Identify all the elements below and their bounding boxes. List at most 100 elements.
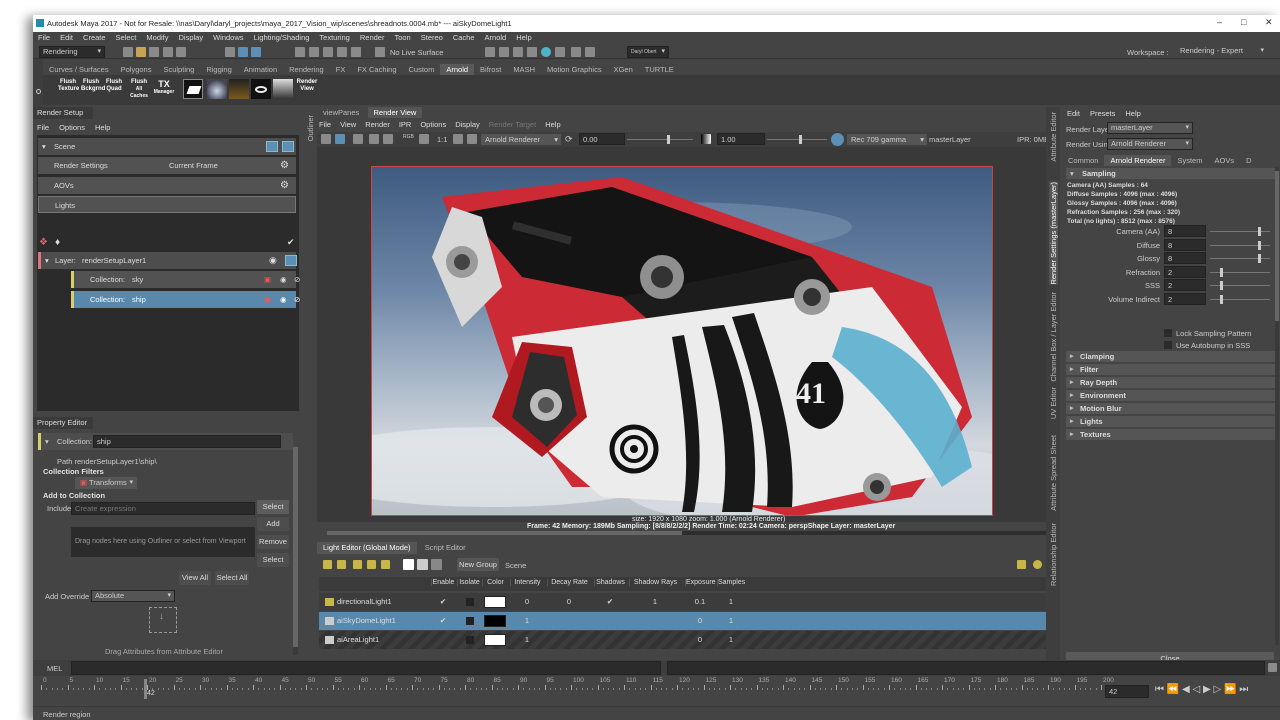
photometric-light-icon[interactable]	[251, 79, 271, 99]
section-textures[interactable]: Textures	[1066, 429, 1276, 440]
create-layer-icon[interactable]: ❖	[39, 237, 48, 248]
snap-curve-icon[interactable]	[309, 47, 319, 57]
select-by-component-icon[interactable]	[251, 47, 261, 57]
attr-menu-presets[interactable]: Presets	[1085, 109, 1120, 118]
area-light-icon[interactable]	[183, 79, 203, 99]
snap-view-icon[interactable]	[337, 47, 347, 57]
section-filter[interactable]: Filter	[1066, 364, 1276, 375]
column-header[interactable]: Shadows	[594, 579, 626, 586]
light-portal-icon[interactable]	[273, 79, 293, 99]
redo-icon[interactable]	[176, 47, 186, 57]
sampling-slider-handle[interactable]	[1258, 254, 1261, 263]
collection-name-field[interactable]: ship	[93, 435, 281, 448]
snap-surface-icon[interactable]	[351, 47, 361, 57]
render-view-h-scrollbar[interactable]	[327, 531, 1047, 535]
remove-button[interactable]: Remove	[257, 535, 289, 549]
shelf-tab-fx[interactable]: FX	[330, 64, 352, 75]
attr-tab-common[interactable]: Common	[1062, 155, 1104, 166]
menu-windows[interactable]: Windows	[208, 32, 248, 44]
redo-render-icon[interactable]	[321, 134, 331, 144]
open-scene-icon[interactable]	[136, 47, 146, 57]
sampling-slider-handle[interactable]	[1258, 227, 1261, 236]
column-header[interactable]: Isolate	[457, 579, 481, 586]
sampling-slider-track[interactable]	[1210, 285, 1270, 286]
shelf-tab-mash[interactable]: MASH	[507, 64, 541, 75]
light-color-swatch[interactable]	[484, 615, 506, 627]
aovs-gear-icon[interactable]: ⚙	[280, 177, 289, 194]
rv-menu-view[interactable]: View	[340, 120, 356, 129]
menu-file[interactable]: File	[33, 32, 55, 44]
sampling-slider-track[interactable]	[1210, 271, 1270, 273]
light-enable-cell[interactable]: ✔	[431, 612, 455, 630]
select-nodes-button[interactable]: Select	[257, 553, 289, 567]
command-input[interactable]	[71, 661, 661, 675]
snap-grid-icon[interactable]	[295, 47, 305, 57]
gamma-icon[interactable]	[701, 134, 711, 144]
sampling-slider-track[interactable]	[1210, 231, 1270, 232]
light-row[interactable]: aiAreaLight1 1 0 1	[319, 631, 1055, 649]
light-shadows-cell[interactable]: ✔	[594, 593, 626, 611]
exposure-icon[interactable]: ⟳	[565, 134, 573, 145]
menu-edit[interactable]: Edit	[55, 32, 78, 44]
arnold-sky-icon[interactable]	[417, 559, 428, 570]
section-motion-blur[interactable]: Motion Blur	[1066, 403, 1276, 414]
step-forward-icon[interactable]: ▷	[1213, 684, 1221, 695]
light-samples-cell[interactable]: 1	[717, 612, 745, 630]
column-header[interactable]: Color	[482, 579, 508, 586]
rv-menu-display[interactable]: Display	[455, 120, 480, 129]
menu-modify[interactable]: Modify	[141, 32, 173, 44]
render-region-icon[interactable]	[335, 134, 345, 144]
snap-point-icon[interactable]	[323, 47, 333, 57]
light-samples-cell[interactable]: 1	[717, 631, 745, 649]
scroll-thumb[interactable]	[1275, 171, 1279, 321]
menuset-dropdown[interactable]: Rendering	[39, 46, 105, 58]
render-settings-row[interactable]: Render Settings Current Frame ⚙	[38, 157, 296, 174]
shelf-tab-custom[interactable]: Custom	[403, 64, 441, 75]
shelf-tab-turtle[interactable]: TURTLE	[639, 64, 680, 75]
pause-icon[interactable]	[585, 47, 595, 57]
render-layer-dropdown[interactable]: masterLayer	[1107, 122, 1193, 134]
gamma-slider-handle[interactable]	[799, 135, 802, 144]
play-forward-icon[interactable]: ▶	[1203, 684, 1211, 695]
shelf-tab-motion-graphics[interactable]: Motion Graphics	[541, 64, 608, 75]
exposure-field[interactable]: 0.00	[579, 133, 625, 145]
rv-menu-options[interactable]: Options	[420, 120, 446, 129]
section-clamping[interactable]: Clamping	[1066, 351, 1276, 362]
aovs-row[interactable]: AOVs ⚙	[38, 177, 296, 194]
tab-script-editor[interactable]: Script Editor	[419, 542, 472, 554]
sampling-slider-track[interactable]	[1210, 244, 1270, 246]
sampling-field-input[interactable]: 8	[1164, 238, 1206, 251]
area-light-small-icon[interactable]	[367, 560, 376, 569]
volume-light-icon[interactable]	[381, 560, 390, 569]
toggle-panel-icon[interactable]	[571, 47, 581, 57]
collection-enable-icon[interactable]: ◉	[280, 271, 287, 288]
shelf-tab-animation[interactable]: Animation	[238, 64, 283, 75]
minimize-icon[interactable]: –	[1217, 17, 1222, 27]
attr-tab-aovs[interactable]: AOVs	[1208, 155, 1240, 166]
ipr-render-icon[interactable]	[499, 47, 509, 57]
isolate-checkbox[interactable]	[466, 617, 474, 625]
collection-row-sky[interactable]: Collection: sky ▣ ◉ ⊘	[71, 271, 300, 288]
sampling-slider-track[interactable]	[1210, 258, 1270, 259]
menu-help[interactable]: Help	[511, 32, 536, 44]
object-field[interactable]: Daryl Obert	[627, 46, 669, 58]
sampling-slider-handle[interactable]	[1220, 281, 1223, 290]
skydome-light-icon[interactable]	[207, 79, 227, 99]
scene-row[interactable]: ▾ Scene	[38, 138, 296, 155]
go-to-start-icon[interactable]: ⏮	[1155, 684, 1164, 695]
light-color-swatch[interactable]	[484, 634, 506, 646]
select-tool-icon[interactable]	[225, 47, 235, 57]
scroll-thumb[interactable]	[327, 531, 682, 535]
attribute-editor-tab[interactable]: Attribute Editor	[1049, 112, 1058, 162]
sampling-field-input[interactable]: 8	[1164, 252, 1206, 264]
render-settings-icon[interactable]	[513, 47, 523, 57]
renderer-dropdown[interactable]: Arnold Renderer ▾	[481, 134, 561, 145]
collection-enable-icon[interactable]: ◉	[280, 291, 287, 308]
current-frame-field[interactable]: 42	[1105, 685, 1149, 698]
shelf-tab-curves-surfaces[interactable]: Curves / Surfaces	[43, 64, 115, 75]
gamma-slider-track[interactable]	[767, 139, 827, 140]
sampling-slider-track[interactable]	[1210, 298, 1270, 300]
relationship-editor-tab[interactable]: Relationship Editor	[1049, 523, 1058, 586]
shelf-tab-polygons[interactable]: Polygons	[115, 64, 158, 75]
column-header[interactable]: Samples	[717, 579, 745, 586]
